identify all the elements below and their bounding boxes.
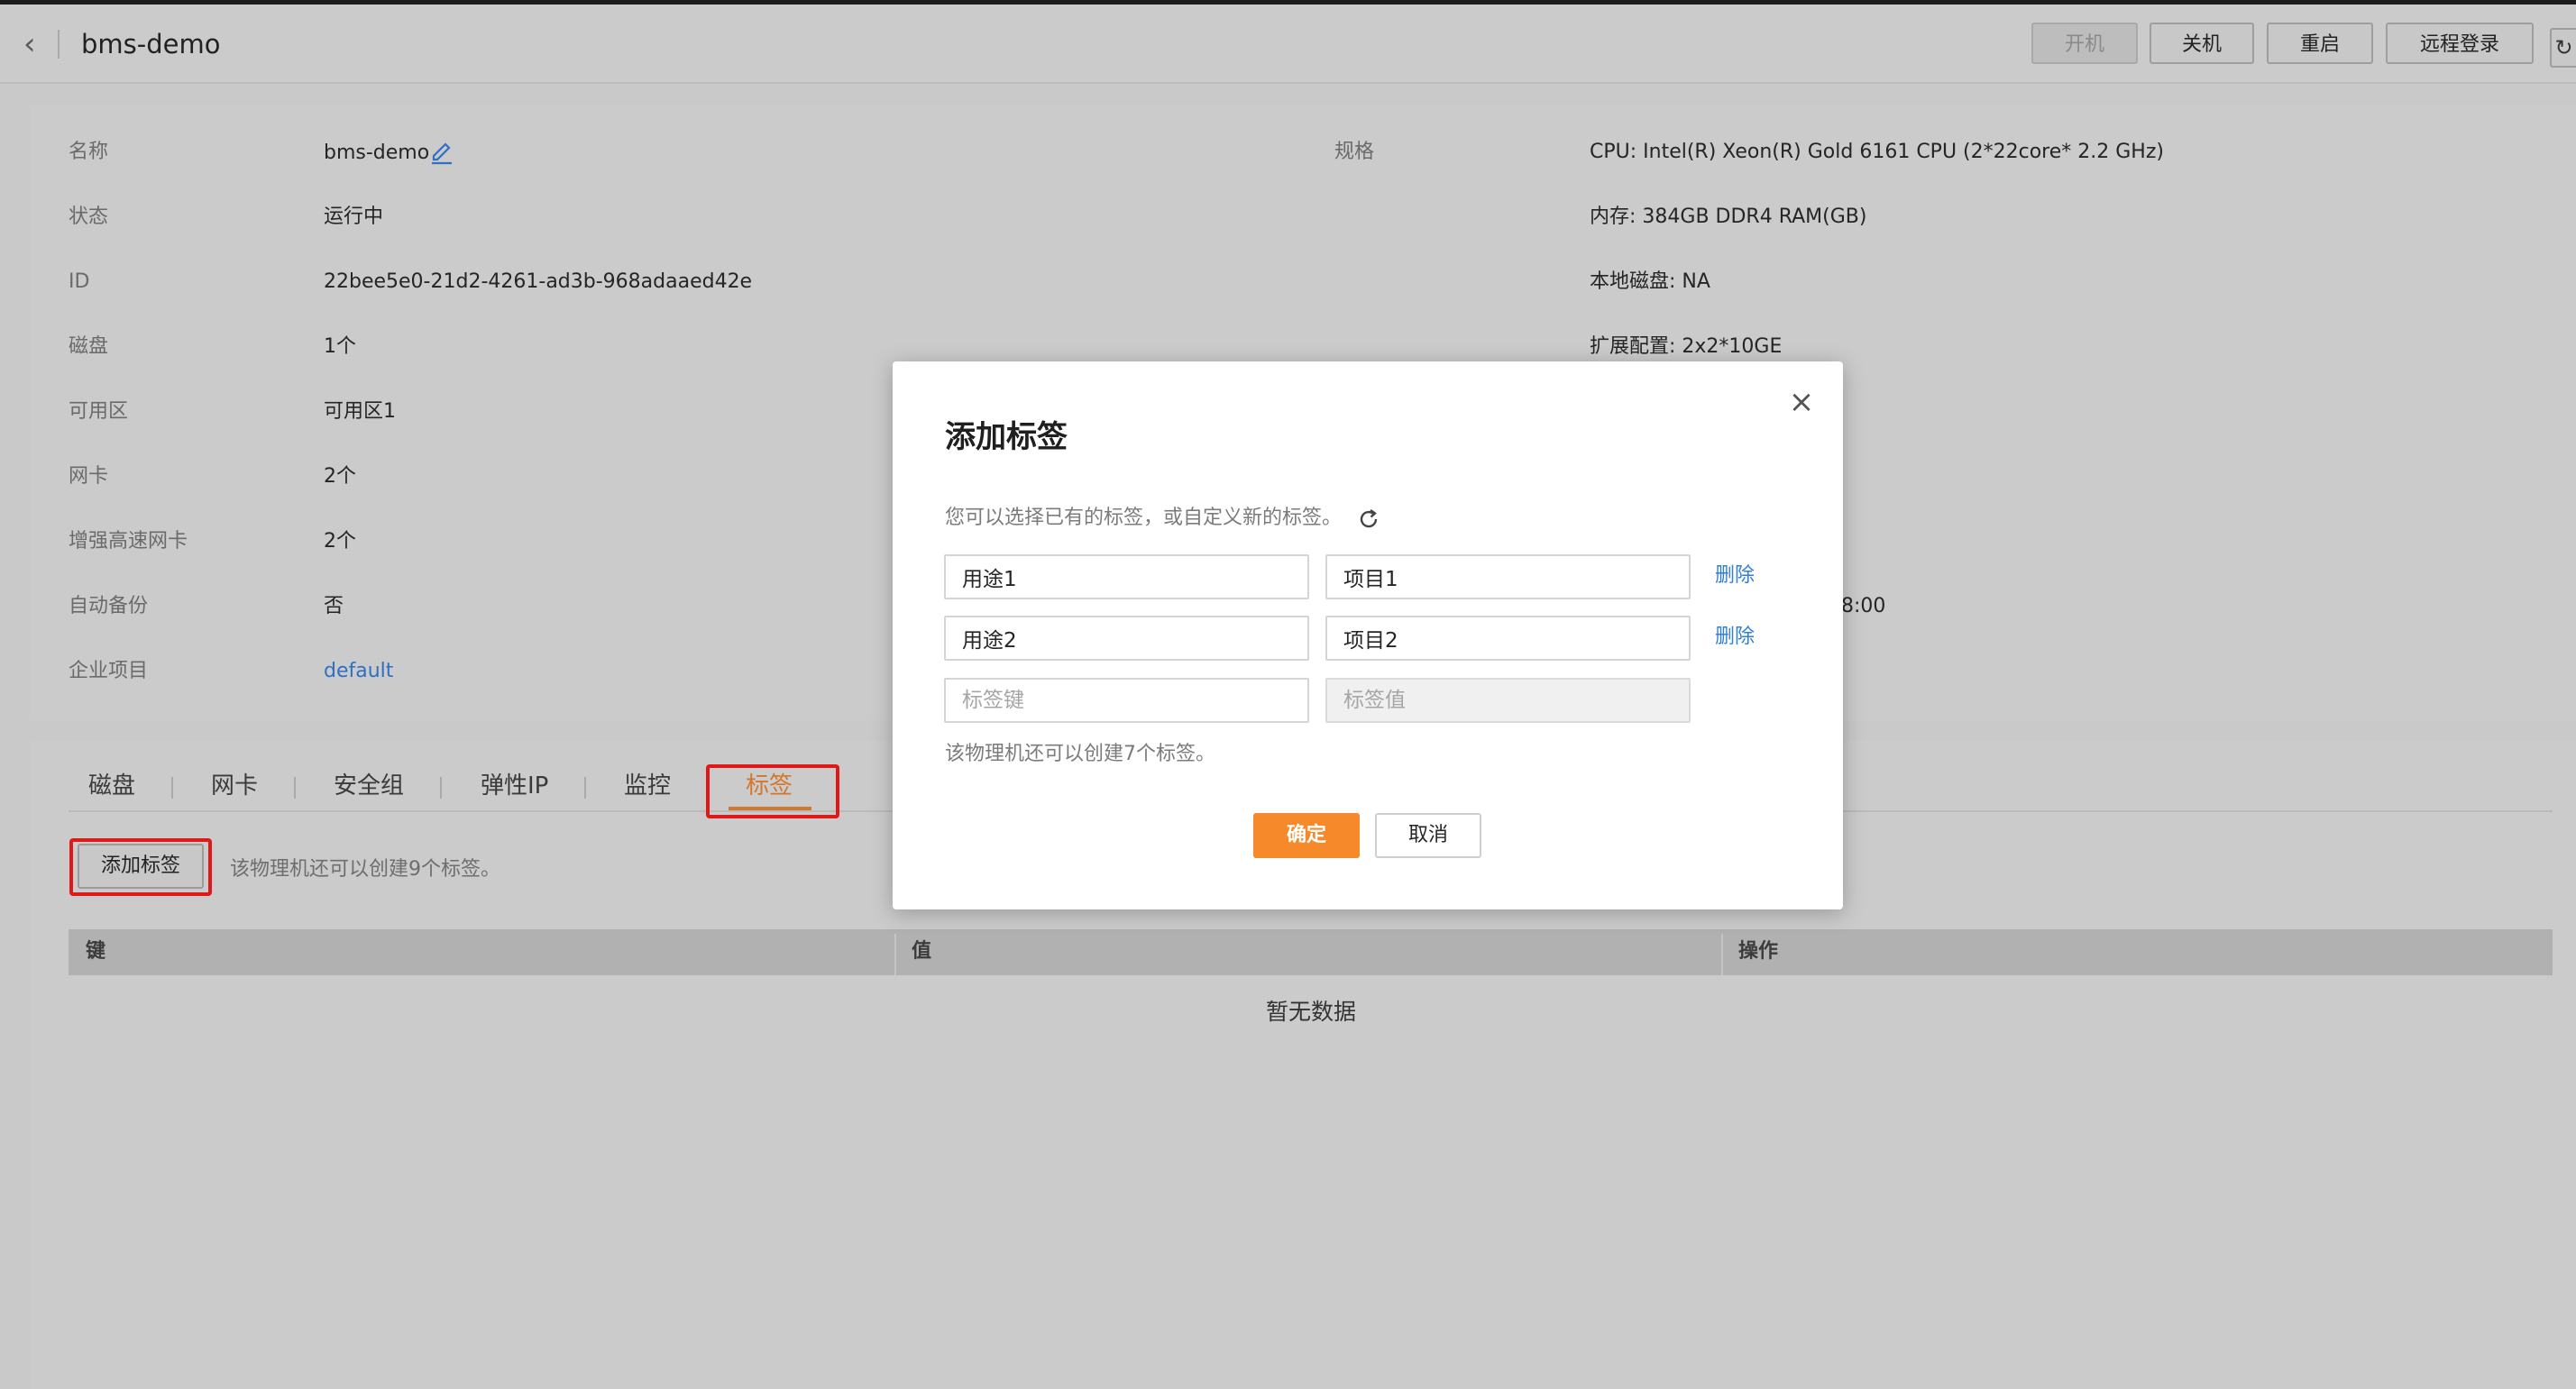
delete-tag-2-link[interactable]: 删除 [1715, 624, 1755, 651]
edit-name-icon[interactable] [428, 140, 455, 167]
dialog-quota-hint: 该物理机还可以创建7个标签。 [945, 743, 1215, 765]
new-tag-value-input[interactable] [1325, 678, 1691, 723]
tab-divider [440, 777, 442, 799]
disk-label: 磁盘 [69, 335, 109, 358]
column-divider [1721, 934, 1723, 975]
tags-table-header [69, 929, 2553, 975]
dialog-intro: 您可以选择已有的标签，或自定义新的标签。 [945, 507, 1343, 529]
tab-disk[interactable]: 磁盘 [88, 768, 135, 804]
column-value: 值 [912, 940, 932, 963]
restart-button[interactable]: 重启 [2267, 23, 2373, 64]
enhanced-nic-label: 增强高速网卡 [69, 530, 188, 553]
back-arrow-icon[interactable]: ‹ [23, 26, 50, 62]
column-key: 键 [86, 940, 106, 963]
tab-divider [171, 777, 173, 799]
id-value: 22bee5e0-21d2-4261-ad3b-968adaaed42e [324, 270, 753, 293]
name-value: bms-demo [324, 142, 430, 164]
dialog-title: 添加标签 [945, 419, 1068, 455]
spec-label: 规格 [1334, 141, 1375, 163]
spec-local-disk: 本地磁盘: NA [1590, 270, 1710, 293]
status-value: 运行中 [324, 206, 384, 228]
header-divider [58, 30, 60, 59]
tab-security-group[interactable]: 安全组 [334, 768, 404, 804]
tab-eip[interactable]: 弹性IP [481, 768, 548, 804]
tab-monitoring[interactable]: 监控 [624, 768, 671, 804]
nic-value: 2个 [324, 465, 356, 488]
enhanced-nic-value: 2个 [324, 530, 356, 553]
tag-value-input-1[interactable] [1325, 554, 1691, 599]
page-header: ‹ bms-demo 开机 关机 重启 远程登录 ↻ [0, 5, 2576, 84]
tab-nic[interactable]: 网卡 [211, 768, 258, 804]
delete-tag-1-link[interactable]: 删除 [1715, 562, 1755, 589]
refresh-icon[interactable]: ↻ [2550, 28, 2576, 68]
refresh-tags-icon[interactable] [1356, 507, 1381, 532]
partial-time-value: 8:00 [1841, 595, 1886, 617]
enterprise-project-label: 企业项目 [69, 660, 149, 682]
column-divider [894, 934, 896, 975]
tag-key-input-2[interactable] [944, 616, 1309, 661]
start-button[interactable]: 开机 [2031, 23, 2138, 64]
spec-cpu: CPU: Intel(R) Xeon(R) Gold 6161 CPU (2*2… [1590, 141, 2164, 163]
tag-quota-hint: 该物理机还可以创建9个标签。 [230, 858, 500, 881]
cancel-button[interactable]: 取消 [1375, 813, 1481, 858]
empty-state: 暂无数据 [1266, 999, 1357, 1025]
tag-key-input-1[interactable] [944, 554, 1309, 599]
disk-value: 1个 [324, 335, 356, 358]
page-title: bms-demo [81, 29, 221, 59]
auto-backup-label: 自动备份 [69, 595, 149, 617]
auto-backup-value: 否 [324, 595, 344, 617]
shutdown-button[interactable]: 关机 [2150, 23, 2254, 64]
tab-divider [584, 777, 586, 799]
id-label: ID [69, 270, 90, 293]
spec-memory: 内存: 384GB DDR4 RAM(GB) [1590, 206, 1867, 228]
status-label: 状态 [69, 206, 109, 228]
tab-divider [294, 777, 296, 799]
new-tag-key-input[interactable] [944, 678, 1309, 723]
tags-tab-highlight [706, 764, 839, 818]
name-label: 名称 [69, 141, 109, 163]
spec-extension: 扩展配置: 2x2*10GE [1590, 335, 1783, 358]
enterprise-project-link[interactable]: default [324, 658, 393, 685]
tag-value-input-2[interactable] [1325, 616, 1691, 661]
remote-login-button[interactable]: 远程登录 [2386, 23, 2534, 64]
az-label: 可用区 [69, 400, 129, 423]
az-value: 可用区1 [324, 400, 396, 423]
close-icon[interactable]: × [1785, 386, 1818, 418]
column-actions: 操作 [1738, 940, 1779, 963]
confirm-button[interactable]: 确定 [1253, 813, 1360, 858]
add-tag-highlight [69, 838, 212, 896]
nic-label: 网卡 [69, 465, 109, 488]
